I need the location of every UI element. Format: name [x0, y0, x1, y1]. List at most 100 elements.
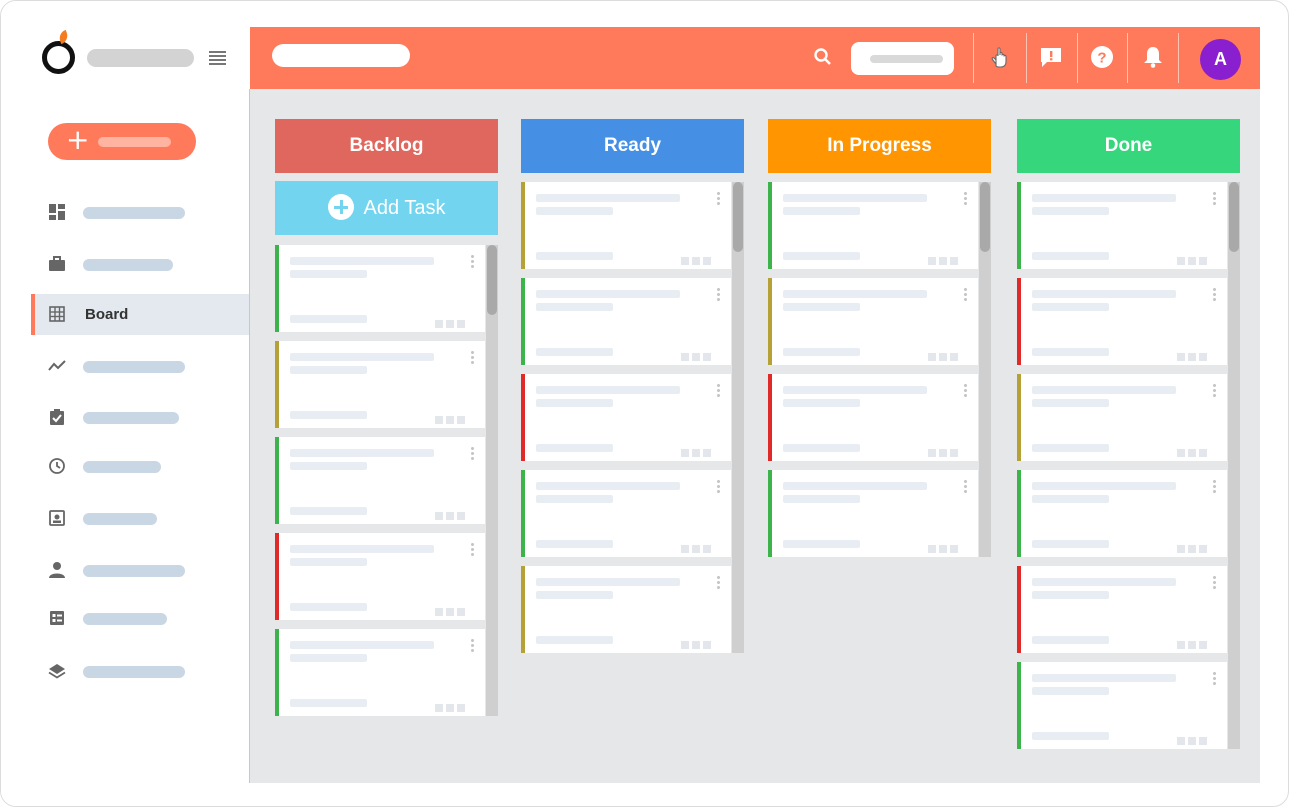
- task-card[interactable]: [768, 182, 978, 269]
- more-options-icon[interactable]: [1213, 672, 1217, 688]
- hand-pointer-icon[interactable]: [987, 44, 1013, 70]
- search-icon[interactable]: [813, 47, 833, 67]
- scrollbar-thumb[interactable]: [487, 245, 497, 315]
- more-options-icon[interactable]: [717, 384, 721, 400]
- task-card[interactable]: [1017, 662, 1227, 749]
- column-header-in-progress[interactable]: In Progress: [768, 119, 991, 173]
- card-subtitle-placeholder: [1032, 399, 1109, 407]
- task-card[interactable]: [1017, 374, 1227, 461]
- task-card[interactable]: [1017, 182, 1227, 269]
- brand-logo[interactable]: [41, 29, 77, 77]
- task-card[interactable]: [275, 533, 485, 620]
- more-options-icon[interactable]: [471, 351, 475, 367]
- task-card[interactable]: [521, 374, 731, 461]
- card-subtitle-placeholder: [536, 399, 613, 407]
- task-card[interactable]: [521, 470, 731, 557]
- scrollbar-thumb[interactable]: [980, 182, 990, 252]
- create-button[interactable]: +: [48, 123, 196, 160]
- card-indicators: [1177, 252, 1215, 265]
- card-subtitle-placeholder: [783, 303, 860, 311]
- bell-icon[interactable]: [1140, 44, 1166, 70]
- sidebar-item-reports[interactable]: [31, 346, 250, 387]
- card-title-placeholder: [536, 578, 680, 586]
- task-card[interactable]: [275, 629, 485, 716]
- task-card[interactable]: [1017, 278, 1227, 365]
- more-options-icon[interactable]: [1213, 192, 1217, 208]
- task-card[interactable]: [768, 278, 978, 365]
- sidebar-item-dashboard[interactable]: [31, 192, 250, 233]
- kanban-board: Backlog Ready In Progress Done Add Task: [250, 89, 1260, 783]
- card-indicators: [1177, 348, 1215, 361]
- more-options-icon[interactable]: [1213, 384, 1217, 400]
- sidebar-item-users[interactable]: [31, 550, 250, 591]
- card-subtitle-placeholder: [1032, 591, 1109, 599]
- sidebar-item-layers[interactable]: [31, 651, 250, 692]
- column-scrollbar[interactable]: [979, 182, 991, 557]
- more-options-icon[interactable]: [964, 384, 968, 400]
- more-options-icon[interactable]: [964, 288, 968, 304]
- sidebar-item-time[interactable]: [31, 446, 250, 487]
- card-title-placeholder: [1032, 386, 1176, 394]
- column-header-ready[interactable]: Ready: [521, 119, 744, 173]
- card-meta-placeholder: [783, 444, 860, 452]
- task-card[interactable]: [768, 374, 978, 461]
- card-indicators: [681, 444, 719, 457]
- card-title-placeholder: [290, 353, 434, 361]
- sidebar-label-placeholder: [83, 461, 161, 473]
- card-subtitle-placeholder: [290, 558, 367, 566]
- more-options-icon[interactable]: [471, 543, 475, 559]
- sidebar-item-board[interactable]: Board: [31, 294, 250, 335]
- task-card[interactable]: [275, 437, 485, 524]
- more-options-icon[interactable]: [964, 192, 968, 208]
- logo-ring: [42, 41, 75, 74]
- sidebar-item-details[interactable]: [31, 598, 250, 639]
- help-icon[interactable]: ?: [1089, 44, 1115, 70]
- more-options-icon[interactable]: [471, 255, 475, 271]
- briefcase-icon: [48, 255, 66, 273]
- card-meta-placeholder: [783, 252, 860, 260]
- task-card[interactable]: [768, 470, 978, 557]
- task-card[interactable]: [1017, 470, 1227, 557]
- more-options-icon[interactable]: [964, 480, 968, 496]
- sidebar-item-contacts[interactable]: [31, 498, 250, 539]
- avatar[interactable]: A: [1200, 39, 1241, 80]
- task-card[interactable]: [275, 341, 485, 428]
- more-options-icon[interactable]: [717, 576, 721, 592]
- column-scrollbar[interactable]: [486, 245, 498, 716]
- sidebar-label-placeholder: [83, 666, 185, 678]
- scrollbar-thumb[interactable]: [1229, 182, 1239, 252]
- more-options-icon[interactable]: [471, 447, 475, 463]
- column-scrollbar[interactable]: [732, 182, 744, 653]
- task-card[interactable]: [1017, 566, 1227, 653]
- scrollbar-thumb[interactable]: [733, 182, 743, 252]
- card-subtitle-placeholder: [290, 366, 367, 374]
- column-header-backlog[interactable]: Backlog: [275, 119, 498, 173]
- task-card[interactable]: [521, 566, 731, 653]
- task-card[interactable]: [521, 182, 731, 269]
- more-options-icon[interactable]: [717, 480, 721, 496]
- card-meta-placeholder: [290, 315, 367, 323]
- header-divider: [973, 33, 974, 83]
- more-options-icon[interactable]: [717, 288, 721, 304]
- card-title-placeholder: [1032, 290, 1176, 298]
- more-options-icon[interactable]: [471, 639, 475, 655]
- sidebar-item-tasks[interactable]: [31, 397, 250, 438]
- card-subtitle-placeholder: [290, 462, 367, 470]
- more-options-icon[interactable]: [717, 192, 721, 208]
- card-subtitle-placeholder: [1032, 495, 1109, 503]
- more-options-icon[interactable]: [1213, 288, 1217, 304]
- more-options-icon[interactable]: [1213, 480, 1217, 496]
- task-card[interactable]: [521, 278, 731, 365]
- add-task-button[interactable]: Add Task: [275, 181, 498, 235]
- feedback-icon[interactable]: [1038, 44, 1064, 70]
- search-input[interactable]: [851, 42, 954, 75]
- column-header-done[interactable]: Done: [1017, 119, 1240, 173]
- sidebar-item-projects[interactable]: [31, 244, 250, 285]
- menu-icon[interactable]: [209, 51, 226, 65]
- card-title-placeholder: [1032, 482, 1176, 490]
- card-indicators: [435, 507, 473, 520]
- task-card[interactable]: [275, 245, 485, 332]
- contact-card-icon: [48, 509, 66, 527]
- more-options-icon[interactable]: [1213, 576, 1217, 592]
- column-scrollbar[interactable]: [1228, 182, 1240, 749]
